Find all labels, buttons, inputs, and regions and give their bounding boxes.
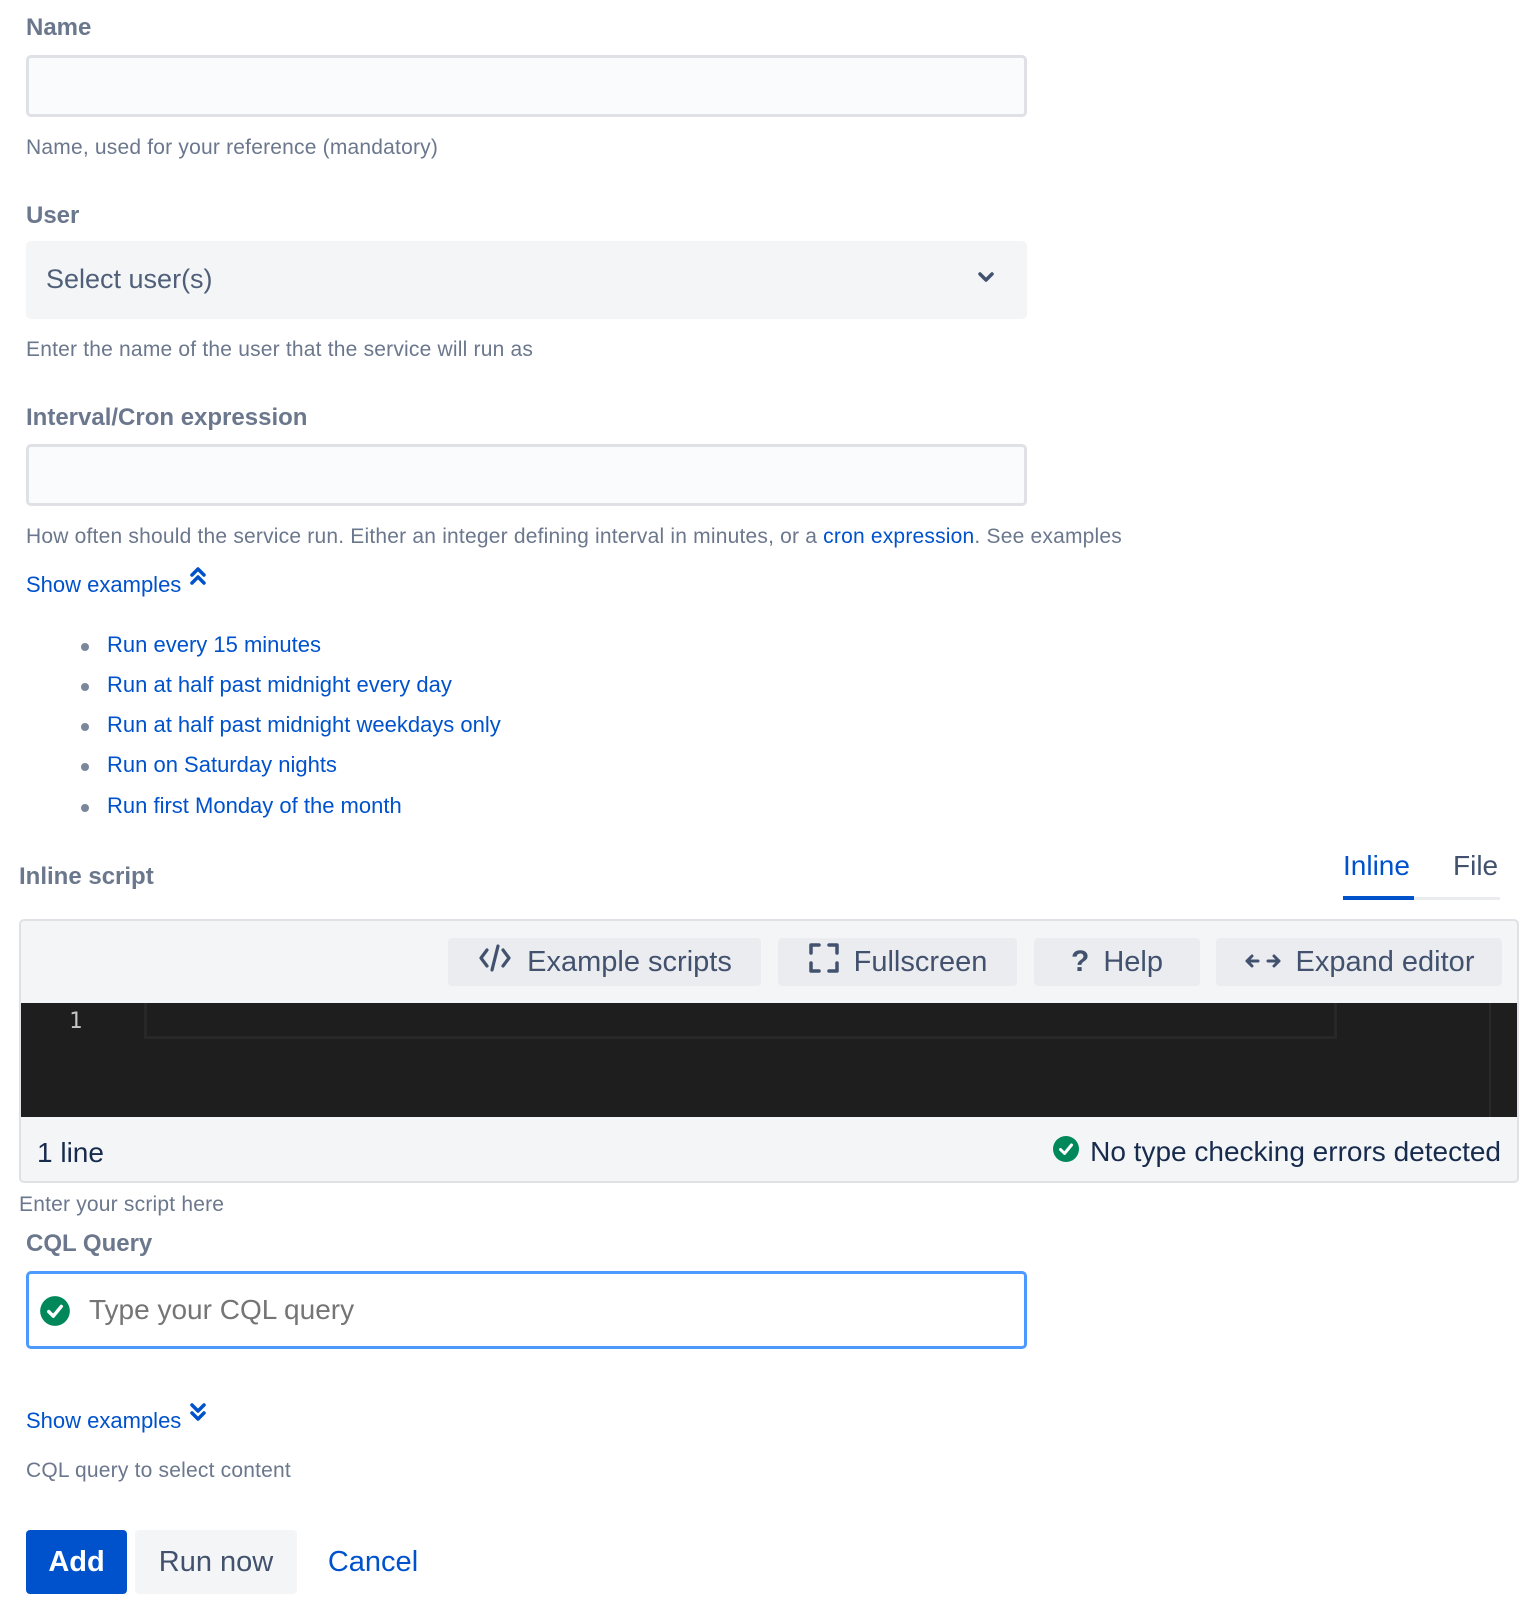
code-icon — [477, 942, 513, 982]
fullscreen-button[interactable]: Fullscreen — [778, 938, 1017, 986]
script-help-text: Enter your script here — [19, 1193, 225, 1216]
interval-help-text: How often should the service run. Either… — [26, 525, 1122, 549]
expand-arrows-icon — [1244, 946, 1282, 979]
show-examples-label: Show examples — [26, 572, 182, 597]
run-now-button[interactable]: Run now — [135, 1530, 297, 1594]
tab-inline[interactable]: Inline — [1343, 850, 1410, 882]
type-check-status-text: No type checking errors detected — [1090, 1135, 1501, 1167]
name-input[interactable] — [26, 55, 1027, 117]
user-help-text: Enter the name of the user that the serv… — [26, 338, 534, 361]
valid-check-icon — [39, 1295, 71, 1332]
current-line-highlight — [144, 1003, 1337, 1039]
interval-label: Interval/Cron expression — [26, 404, 308, 431]
example-link[interactable]: Run at half past midnight every day — [107, 672, 452, 698]
script-source-tabs: Inline File — [1343, 850, 1500, 902]
example-scripts-button[interactable]: Example scripts — [448, 938, 761, 986]
cql-show-examples-toggle[interactable]: Show examples — [26, 1403, 207, 1434]
example-link[interactable]: Run first Monday of the month — [107, 793, 402, 819]
add-button[interactable]: Add — [26, 1530, 127, 1594]
example-link[interactable]: Run every 15 minutes — [107, 632, 321, 658]
bullet — [81, 804, 89, 812]
double-chevron-up-icon — [189, 566, 207, 592]
double-chevron-down-icon — [189, 1402, 207, 1428]
line-number: 1 — [69, 1009, 83, 1034]
cron-expression-link[interactable]: cron expression — [823, 525, 974, 548]
code-editor-area[interactable]: 1 — [21, 1003, 1517, 1117]
cql-help-text: CQL query to select content — [26, 1459, 291, 1482]
chevron-down-icon — [977, 271, 995, 290]
bullet — [81, 723, 89, 731]
expand-editor-button[interactable]: Expand editor — [1216, 938, 1502, 986]
name-help-text: Name, used for your reference (mandatory… — [26, 136, 439, 159]
example-scripts-label: Example scripts — [527, 945, 732, 978]
example-link[interactable]: Run on Saturday nights — [107, 752, 337, 778]
cql-query-field[interactable] — [26, 1271, 1027, 1349]
user-select-value: Select user(s) — [46, 264, 213, 294]
line-count: 1 line — [37, 1137, 104, 1168]
cancel-button[interactable]: Cancel — [310, 1530, 436, 1594]
example-link[interactable]: Run at half past midnight weekdays only — [107, 712, 501, 738]
user-label: User — [26, 202, 80, 229]
inline-script-label: Inline script — [19, 863, 154, 890]
user-select[interactable]: Select user(s) — [26, 241, 1027, 319]
show-examples-label: Show examples — [26, 1408, 182, 1433]
bullet — [81, 763, 89, 771]
script-editor: Example scripts Fullscreen ? Help Expand… — [19, 919, 1519, 1183]
interval-help-prefix: How often should the service run. Either… — [26, 525, 824, 548]
interval-show-examples-toggle[interactable]: Show examples — [26, 567, 207, 598]
name-label: Name — [26, 14, 92, 41]
bullet — [81, 683, 89, 691]
editor-scrollbar[interactable] — [1489, 1003, 1491, 1117]
help-button[interactable]: ? Help — [1034, 938, 1200, 986]
fullscreen-icon — [808, 942, 840, 982]
question-mark-icon: ? — [1071, 945, 1090, 978]
tab-active-indicator — [1343, 896, 1414, 900]
fullscreen-label: Fullscreen — [853, 945, 988, 978]
bullet — [81, 643, 89, 651]
cql-query-label: CQL Query — [26, 1230, 153, 1257]
expand-editor-label: Expand editor — [1295, 945, 1475, 978]
help-label: Help — [1103, 945, 1163, 978]
check-circle-icon — [1052, 1135, 1080, 1168]
interval-input[interactable] — [26, 444, 1027, 506]
tab-file[interactable]: File — [1453, 850, 1498, 882]
type-check-status: No type checking errors detected — [1052, 1135, 1501, 1168]
cql-query-input[interactable] — [89, 1286, 1009, 1334]
interval-help-suffix: . See examples — [974, 525, 1122, 548]
